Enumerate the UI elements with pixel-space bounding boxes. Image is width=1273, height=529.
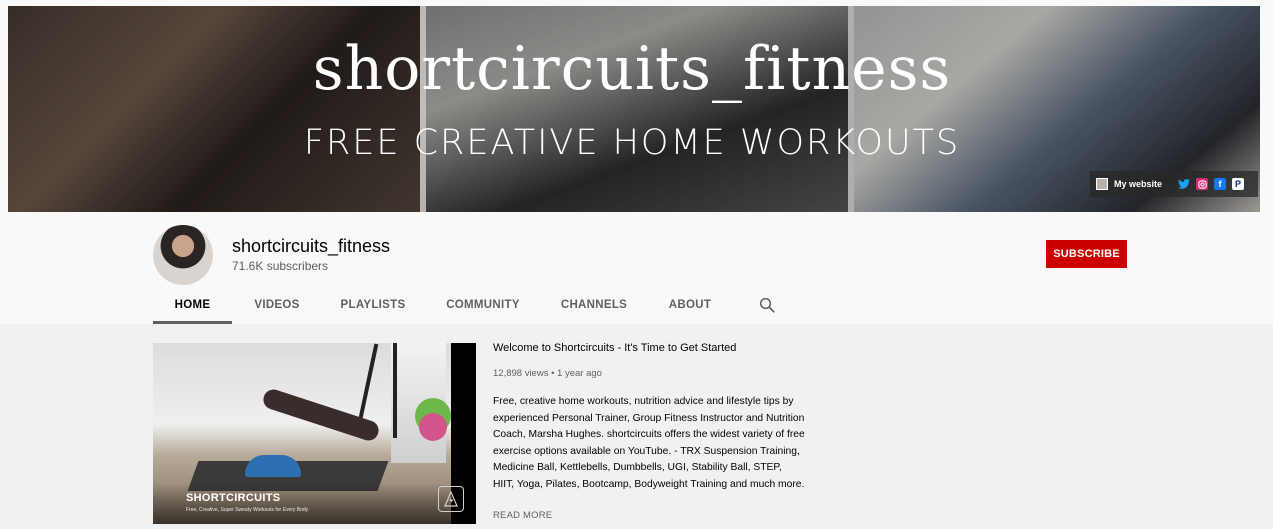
facebook-icon[interactable]: f [1214,178,1227,190]
channel-avatar[interactable] [153,225,213,285]
channel-name: shortcircuits_fitness [232,236,391,256]
thumbnail-brand: SHORTCIRCUITS [186,492,281,504]
featured-video-description: Free, creative home workouts, nutrition … [493,396,805,490]
banner-title: shortcircuits_fitness [312,34,952,104]
subscriber-count: 71.6K subscribers [232,259,329,273]
read-more-link[interactable]: READ MORE [493,510,552,521]
featured-video-player[interactable]: SHORTCIRCUITS Free, Creative, Super Swea… [153,343,476,524]
banner-links: My website f P [1090,171,1258,197]
banner-subtitle: FREE CREATIVE HOME WORKOUTS [303,123,961,163]
channel-search-icon[interactable] [758,296,776,314]
instagram-icon[interactable] [1196,178,1209,190]
tab-home[interactable]: HOME [153,290,232,324]
thumbnail-tagline: Free, Creative, Super Sweaty Workouts fo… [186,507,309,513]
medicine-ball [419,413,447,441]
featured-video-title[interactable]: Welcome to Shortcircuits - It's Time to … [493,342,736,354]
trx-strap [393,343,397,438]
tab-about[interactable]: ABOUT [663,290,717,324]
subscribe-button[interactable]: SUBSCRIBE [1046,240,1127,268]
lightning-logo-icon [438,486,464,512]
bosu-ball [245,455,301,477]
website-icon[interactable] [1096,178,1108,190]
featured-video-meta: 12,898 views • 1 year ago [493,368,602,379]
tab-videos[interactable]: VIDEOS [243,290,311,324]
tab-community[interactable]: COMMUNITY [443,290,523,324]
twitter-icon[interactable] [1178,178,1191,190]
tab-playlists[interactable]: PLAYLISTS [333,290,413,324]
tab-channels[interactable]: CHANNELS [557,290,631,324]
paypal-icon[interactable]: P [1232,178,1245,190]
my-website-link[interactable]: My website [1114,179,1162,189]
